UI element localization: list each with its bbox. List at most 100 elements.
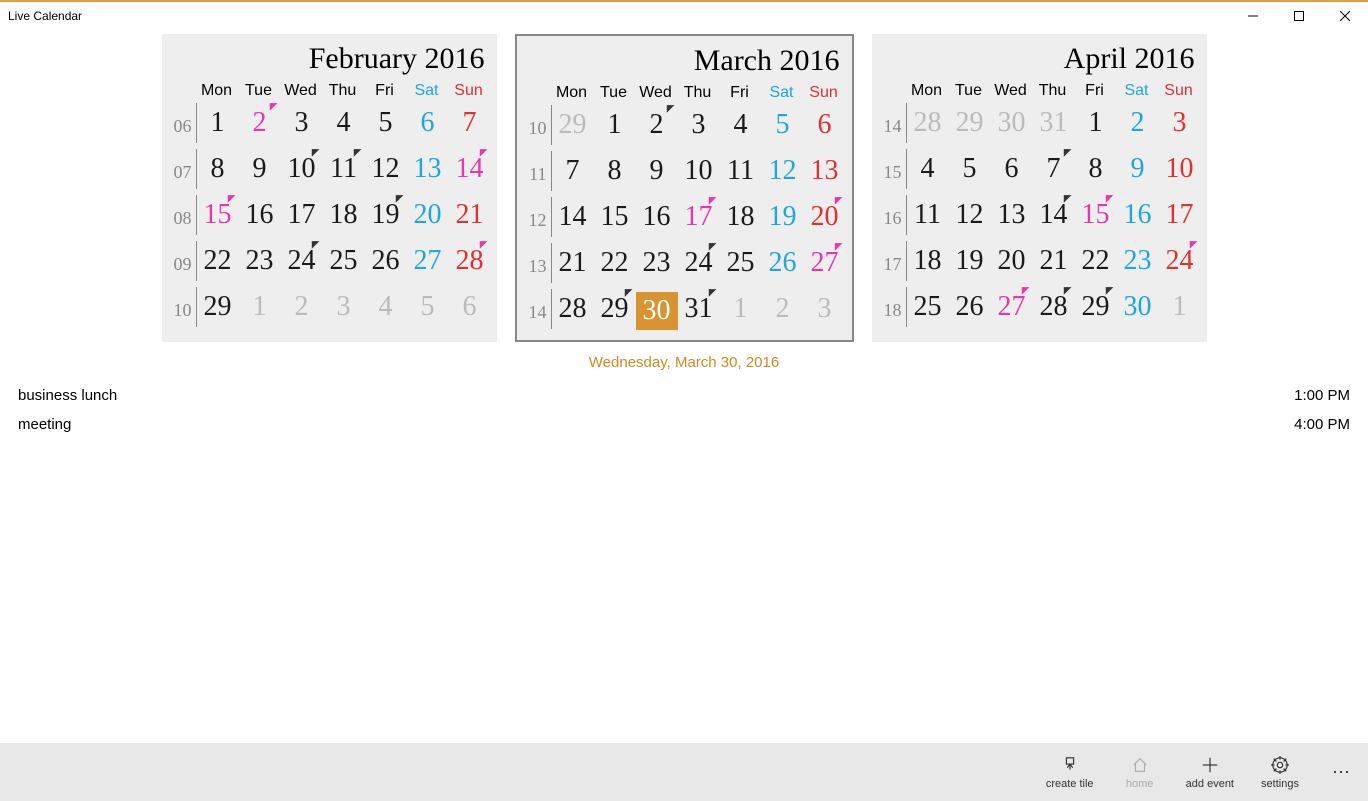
day-cell[interactable]: 3: [678, 102, 720, 148]
day-cell[interactable]: 7: [449, 100, 491, 146]
add-event-button[interactable]: add event: [1186, 754, 1234, 790]
day-cell[interactable]: 3: [323, 284, 365, 330]
day-cell[interactable]: 25: [907, 284, 949, 330]
day-cell[interactable]: 23: [636, 240, 678, 286]
day-cell[interactable]: 3: [281, 100, 323, 146]
day-cell[interactable]: 4: [365, 284, 407, 330]
day-cell[interactable]: 3: [1159, 100, 1201, 146]
day-cell[interactable]: 29: [197, 284, 239, 330]
day-cell[interactable]: 1: [1159, 284, 1201, 330]
day-cell[interactable]: 24◣: [281, 238, 323, 284]
day-cell[interactable]: 7: [552, 148, 594, 194]
day-cell[interactable]: 29◣: [594, 286, 636, 332]
day-cell[interactable]: 2◣: [636, 102, 678, 148]
day-cell[interactable]: 1: [1075, 100, 1117, 146]
day-cell[interactable]: 17: [1159, 192, 1201, 238]
day-cell[interactable]: 21: [449, 192, 491, 238]
day-cell[interactable]: 6: [991, 146, 1033, 192]
day-cell[interactable]: 23: [239, 238, 281, 284]
close-button[interactable]: [1322, 2, 1368, 30]
day-cell[interactable]: 12: [762, 148, 804, 194]
day-cell[interactable]: 19: [949, 238, 991, 284]
day-cell[interactable]: 11: [720, 148, 762, 194]
day-cell[interactable]: 29◣: [1075, 284, 1117, 330]
home-button[interactable]: home: [1116, 754, 1164, 790]
day-cell[interactable]: 12: [365, 146, 407, 192]
day-cell[interactable]: 9: [1117, 146, 1159, 192]
minimize-button[interactable]: [1230, 2, 1276, 30]
day-cell[interactable]: 14◣: [1033, 192, 1075, 238]
day-cell[interactable]: 28◣: [1033, 284, 1075, 330]
day-cell[interactable]: 6: [804, 102, 846, 148]
day-cell[interactable]: 29: [949, 100, 991, 146]
day-cell[interactable]: 6: [449, 284, 491, 330]
day-cell[interactable]: 1: [720, 286, 762, 332]
day-cell[interactable]: 17: [281, 192, 323, 238]
day-cell[interactable]: 21: [552, 240, 594, 286]
day-cell[interactable]: 8: [197, 146, 239, 192]
day-cell[interactable]: 2◣: [239, 100, 281, 146]
day-cell[interactable]: 6: [407, 100, 449, 146]
day-cell[interactable]: 26: [949, 284, 991, 330]
day-cell[interactable]: 27◣: [804, 240, 846, 286]
day-cell[interactable]: 11: [907, 192, 949, 238]
day-cell[interactable]: 5: [762, 102, 804, 148]
day-cell[interactable]: 15◣: [1075, 192, 1117, 238]
day-cell[interactable]: 8: [1075, 146, 1117, 192]
day-cell[interactable]: 1: [197, 100, 239, 146]
day-cell[interactable]: 24◣: [1159, 238, 1201, 284]
day-cell[interactable]: 17◣: [678, 194, 720, 240]
day-cell[interactable]: 10: [678, 148, 720, 194]
day-cell[interactable]: 20: [991, 238, 1033, 284]
day-cell[interactable]: 28: [907, 100, 949, 146]
day-cell[interactable]: 31: [1033, 100, 1075, 146]
event-item[interactable]: meeting4:00 PM: [18, 410, 1350, 439]
day-cell[interactable]: 22: [197, 238, 239, 284]
event-item[interactable]: business lunch1:00 PM: [18, 381, 1350, 410]
day-cell[interactable]: 13: [991, 192, 1033, 238]
day-cell[interactable]: 12: [949, 192, 991, 238]
day-cell[interactable]: 1: [239, 284, 281, 330]
day-cell[interactable]: 5: [365, 100, 407, 146]
day-cell[interactable]: 2: [1117, 100, 1159, 146]
day-cell[interactable]: 5: [407, 284, 449, 330]
day-cell[interactable]: 25: [720, 240, 762, 286]
day-cell[interactable]: 20◣: [804, 194, 846, 240]
settings-button[interactable]: settings: [1256, 754, 1304, 790]
day-cell[interactable]: 2: [281, 284, 323, 330]
day-cell[interactable]: 13: [407, 146, 449, 192]
create-tile-button[interactable]: create tile: [1046, 754, 1094, 790]
maximize-button[interactable]: [1276, 2, 1322, 30]
day-cell[interactable]: 1: [594, 102, 636, 148]
day-cell[interactable]: 16: [239, 192, 281, 238]
day-cell[interactable]: 23: [1117, 238, 1159, 284]
day-cell[interactable]: 8: [594, 148, 636, 194]
day-cell[interactable]: 14: [552, 194, 594, 240]
day-cell[interactable]: 21: [1033, 238, 1075, 284]
day-cell[interactable]: 18: [323, 192, 365, 238]
day-cell[interactable]: 19◣: [365, 192, 407, 238]
day-cell[interactable]: 20: [407, 192, 449, 238]
day-cell[interactable]: 24◣: [678, 240, 720, 286]
day-cell[interactable]: 19: [762, 194, 804, 240]
day-cell[interactable]: 10◣: [281, 146, 323, 192]
day-cell[interactable]: 14◣: [449, 146, 491, 192]
day-cell[interactable]: 22: [594, 240, 636, 286]
day-cell[interactable]: 27◣: [991, 284, 1033, 330]
day-cell[interactable]: 5: [949, 146, 991, 192]
day-cell[interactable]: 4: [907, 146, 949, 192]
day-cell[interactable]: 30: [991, 100, 1033, 146]
day-cell[interactable]: 25: [323, 238, 365, 284]
day-cell[interactable]: 16: [636, 194, 678, 240]
day-cell[interactable]: 3: [804, 286, 846, 332]
day-cell[interactable]: 18: [720, 194, 762, 240]
day-cell[interactable]: 9: [636, 148, 678, 194]
day-cell[interactable]: 13: [804, 148, 846, 194]
day-cell[interactable]: 18: [907, 238, 949, 284]
day-cell[interactable]: 2: [762, 286, 804, 332]
day-cell[interactable]: 11◣: [323, 146, 365, 192]
day-cell[interactable]: 4: [323, 100, 365, 146]
day-cell[interactable]: 26: [365, 238, 407, 284]
day-cell[interactable]: 30: [636, 292, 678, 330]
more-button[interactable]: ⋯: [1326, 762, 1358, 783]
